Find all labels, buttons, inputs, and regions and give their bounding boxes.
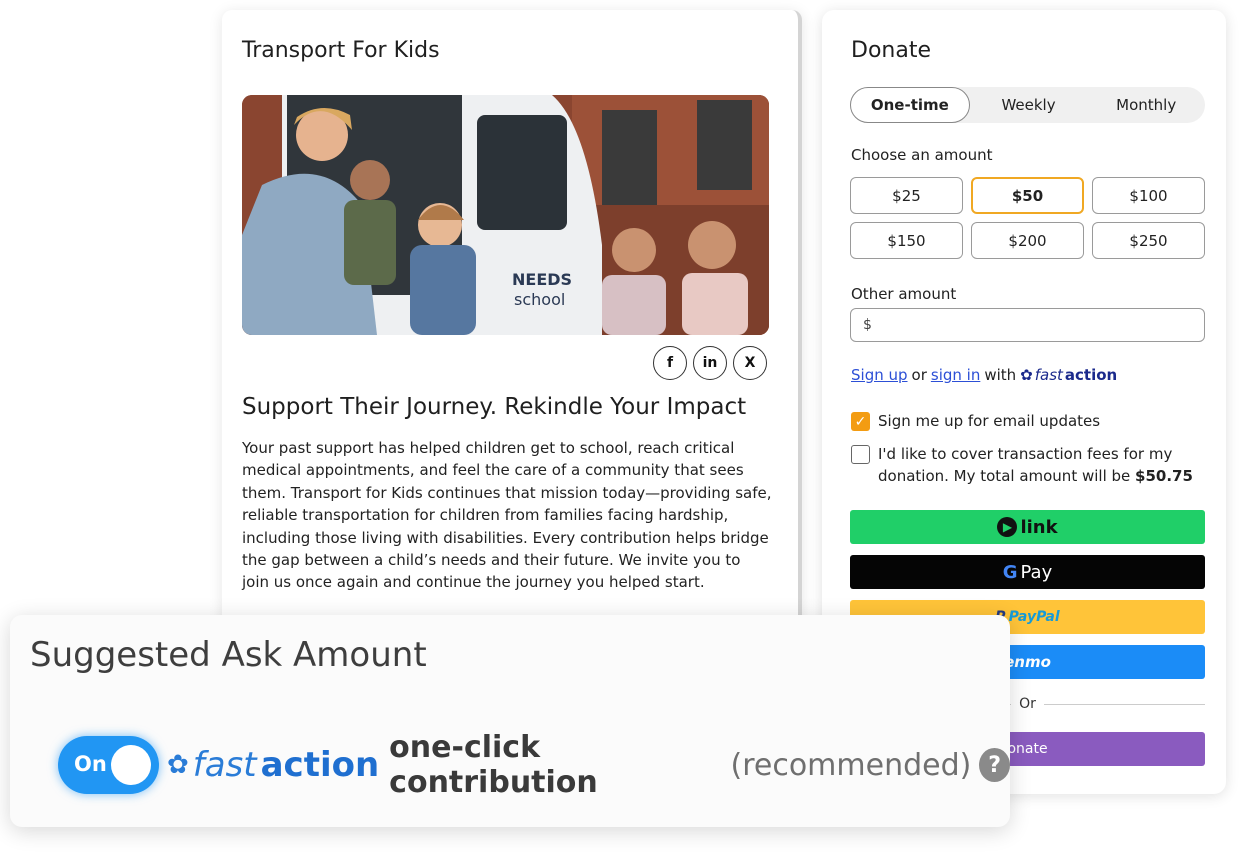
frequency-one-time[interactable]: One-time [850,87,970,123]
toggle-on-label: On [74,752,107,776]
fastaction-gear-icon: ✿ [1020,366,1033,384]
frequency-monthly[interactable]: Monthly [1087,87,1205,123]
cover-fees-line2: donation. My total amount will be [878,467,1131,485]
with-text: with [984,366,1017,384]
venmo-label: enmo [1004,653,1051,671]
fastaction-action: action [1064,366,1118,384]
van-text-needs: NEEDS [512,270,572,289]
campaign-title: Transport For Kids [242,38,440,63]
or-divider-label: Or [1019,696,1036,712]
fastaction-large-gear-icon: ✿ [166,750,189,780]
other-amount-input[interactable]: $ [850,308,1205,342]
google-g-icon: G [1002,561,1018,583]
amount-button-25[interactable]: $25 [850,177,963,214]
fastaction-large-fast: fast [192,745,257,785]
amount-button-100[interactable]: $100 [1092,177,1205,214]
fastaction-large-action: action [260,745,380,785]
van-text-school: school [514,290,565,309]
link-pay-icon: ▶ [997,517,1018,537]
amount-button-250[interactable]: $250 [1092,222,1205,259]
donate-title: Donate [851,38,931,63]
help-icon[interactable]: ? [979,748,1010,782]
fastaction-logo-large: ✿ fast action [167,745,379,785]
email-updates-row: ✓ Sign me up for email updates [851,410,1100,432]
cover-fees-checkbox[interactable] [851,445,870,464]
recommended-label: (recommended) [730,747,972,783]
cover-fees-row: I'd like to cover transaction fees for m… [851,443,1193,487]
campaign-hero-image: NEEDS school [242,95,769,335]
cover-fees-line2-wrap: donation. My total amount will be $50.75 [878,465,1193,487]
linkedin-icon[interactable]: in [693,346,727,380]
cover-fees-line1: I'd like to cover transaction fees for m… [878,445,1173,463]
other-amount-placeholder: $ [863,317,872,333]
x-glyph: X [744,355,756,371]
fastaction-toggle[interactable]: On [58,736,159,794]
one-click-contribution-label: one-click contribution [389,730,598,800]
frequency-selector: One-time Weekly Monthly [850,87,1205,123]
campaign-card: Transport For Kids NEEDS school f in X S… [222,10,802,630]
linkedin-glyph: in [702,355,718,371]
fastaction-logo: ✿ fast action [1020,366,1117,384]
email-updates-label: Sign me up for email updates [878,412,1101,430]
other-amount-label: Other amount [851,285,957,303]
amount-button-150[interactable]: $150 [850,222,963,259]
signin-row: Sign up or sign in with ✿ fast action [851,366,1117,384]
cover-fees-total: $50.75 [1135,467,1193,485]
amount-grid: $25 $50 $100 $150 $200 $250 [850,177,1205,259]
link-pay-button[interactable]: ▶ link [850,510,1205,544]
amount-button-50[interactable]: $50 [971,177,1084,214]
frequency-weekly[interactable]: Weekly [970,87,1088,123]
google-pay-button[interactable]: G Pay [850,555,1205,589]
link-pay-label: link [1020,516,1058,538]
or-text: or [911,366,927,384]
toggle-knob [110,745,151,785]
google-pay-label: Pay [1020,561,1053,583]
signin-link[interactable]: sign in [931,366,980,384]
facebook-icon[interactable]: f [653,346,687,380]
fastaction-fast: fast [1034,366,1063,384]
x-icon[interactable]: X [733,346,767,380]
cover-fees-text: I'd like to cover transaction fees for m… [878,443,1193,487]
choose-amount-label: Choose an amount [851,146,993,164]
suggested-ask-card: Suggested Ask Amount On ✿ fast action one… [10,615,1010,827]
campaign-body: Your past support has helped children ge… [242,439,772,592]
paypal-label: PayPal [1008,609,1060,625]
email-updates-checkbox[interactable]: ✓ [851,412,870,431]
divider-line-right [1043,703,1205,705]
facebook-glyph: f [666,355,674,371]
fastaction-setting-row: On ✿ fast action one-click contribution (… [58,730,1010,800]
signup-link[interactable]: Sign up [851,366,908,384]
share-buttons: f in X [653,346,767,380]
suggested-ask-title: Suggested Ask Amount [30,635,427,675]
campaign-heading: Support Their Journey. Rekindle Your Imp… [242,394,747,420]
amount-button-200[interactable]: $200 [971,222,1084,259]
